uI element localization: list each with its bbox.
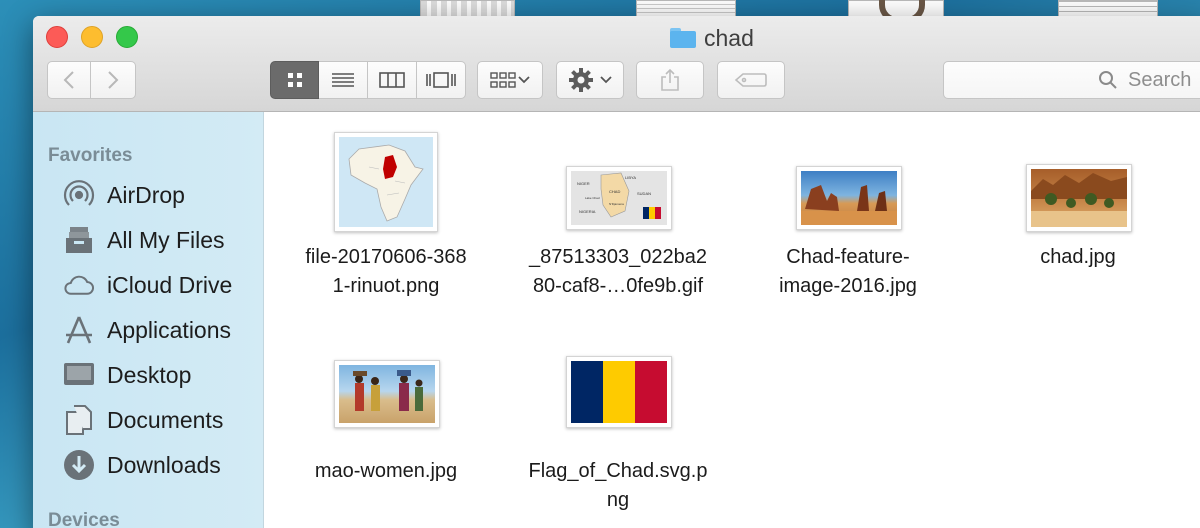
column-view-button[interactable] [368, 61, 417, 99]
file-thumbnail [566, 356, 672, 428]
sidebar-item-label: Downloads [107, 451, 221, 478]
finder-window: chad Search Favorites AirDrop All My Fil… [33, 16, 1200, 528]
file-thumbnail [796, 166, 902, 230]
desktop-icon [62, 359, 95, 392]
sidebar: Favorites AirDrop All My Files iCloud Dr… [33, 112, 264, 528]
grid-icon [287, 73, 302, 87]
gallery-icon [426, 72, 456, 88]
sidebar-item-label: Desktop [107, 361, 192, 388]
sidebar-item-desktop[interactable]: Desktop [62, 355, 191, 395]
women-photo-image [353, 370, 423, 411]
chevron-left-icon [63, 71, 74, 89]
file-thumbnail [334, 132, 438, 232]
file-name: _87513303_022ba2 80-caf8-…0fe9b.gif [529, 246, 707, 297]
file-name: Chad-feature- image-2016.jpg [779, 246, 917, 297]
file-thumbnail: LIBYA NIGER CHAD SUDAN NIGERIA Lake Chad… [566, 166, 672, 230]
file-item[interactable]: file-20170606-368 1-rinuot.png [281, 112, 491, 332]
gallery-view-button[interactable] [417, 61, 466, 99]
tag-icon [734, 73, 767, 87]
sidebar-item-label: AirDrop [107, 181, 185, 208]
sidebar-item-label: Documents [107, 406, 224, 433]
zoom-button[interactable] [116, 26, 138, 48]
minimize-button[interactable] [81, 26, 103, 48]
map-label: Lake Chad [585, 196, 600, 200]
folder-icon [670, 28, 696, 48]
list-view-button[interactable] [319, 61, 368, 99]
map-label: SUDAN [637, 191, 651, 196]
map-label: NIGERIA [579, 209, 596, 214]
documents-icon [62, 404, 95, 437]
toolbar: chad Search [33, 16, 1200, 112]
file-thumbnail [1026, 164, 1132, 232]
chevron-down-icon [600, 76, 612, 84]
tag-button[interactable] [717, 61, 785, 99]
window-title-text: chad [704, 24, 754, 51]
file-item[interactable]: mao-women.jpg [281, 326, 491, 526]
search-placeholder: Search [1128, 68, 1192, 91]
sidebar-item-applications[interactable]: Applications [62, 310, 231, 350]
arrange-button[interactable] [477, 61, 543, 99]
sidebar-item-all-my-files[interactable]: All My Files [62, 220, 225, 260]
close-button[interactable] [46, 26, 68, 48]
chevron-down-icon [518, 76, 530, 84]
desert-rocks-image [801, 185, 897, 225]
view-mode-control [270, 61, 466, 99]
chad-map-image: LIBYA NIGER CHAD SUDAN NIGERIA Lake Chad… [571, 171, 667, 225]
gear-icon [569, 68, 593, 92]
downloads-icon [62, 449, 95, 482]
sidebar-item-label: Applications [107, 316, 232, 343]
sidebar-item-airdrop[interactable]: AirDrop [62, 175, 185, 215]
back-button[interactable] [47, 61, 91, 99]
sidebar-item-label: iCloud Drive [107, 271, 233, 298]
flag-stripe-blue [571, 361, 603, 423]
icon-view-button[interactable] [270, 61, 319, 99]
share-button[interactable] [636, 61, 704, 99]
sidebar-item-label: All My Files [107, 226, 225, 253]
action-button[interactable] [556, 61, 624, 99]
window-title: chad [670, 24, 754, 52]
oasis-image [1031, 173, 1127, 227]
flag-stripe-yellow [603, 361, 635, 423]
file-item[interactable]: Chad-feature- image-2016.jpg [743, 112, 953, 332]
file-grid: file-20170606-368 1-rinuot.png LIBYA NIG… [265, 112, 1200, 528]
sidebar-heading-favorites: Favorites [48, 145, 133, 166]
file-item[interactable]: LIBYA NIGER CHAD SUDAN NIGERIA Lake Chad… [513, 112, 723, 332]
sidebar-heading-devices: Devices [48, 510, 120, 528]
columns-icon [379, 72, 405, 88]
map-label: LIBYA [625, 175, 636, 180]
flag-stripe-red [635, 361, 667, 423]
sidebar-item-icloud-drive[interactable]: iCloud Drive [62, 265, 232, 305]
file-name: file-20170606-368 1-rinuot.png [305, 246, 467, 297]
search-field[interactable]: Search [943, 61, 1200, 99]
file-item[interactable]: chad.jpg [973, 112, 1183, 332]
file-item[interactable]: Flag_of_Chad.svg.p ng [513, 326, 723, 528]
map-label: NIGER [577, 181, 590, 186]
map-label: CHAD [609, 189, 620, 194]
all-files-icon [62, 224, 95, 257]
share-icon [661, 68, 679, 91]
file-name: mao-women.jpg [314, 460, 458, 482]
file-name: chad.jpg [1040, 246, 1116, 268]
map-label: N'Djamena [609, 202, 624, 206]
list-icon [332, 73, 354, 87]
cloud-icon [62, 269, 95, 302]
sidebar-item-documents[interactable]: Documents [62, 400, 223, 440]
chad-flag-image [571, 361, 667, 423]
arrange-grid-icon [490, 72, 516, 88]
file-name: Flag_of_Chad.svg.p ng [528, 460, 708, 511]
sidebar-item-downloads[interactable]: Downloads [62, 445, 221, 485]
chevron-right-icon [108, 71, 119, 89]
file-thumbnail [334, 360, 440, 428]
africa-map-image [348, 144, 424, 222]
search-icon [1099, 71, 1117, 89]
forward-button[interactable] [91, 61, 136, 99]
airdrop-icon [62, 179, 95, 212]
applications-icon [62, 314, 95, 347]
